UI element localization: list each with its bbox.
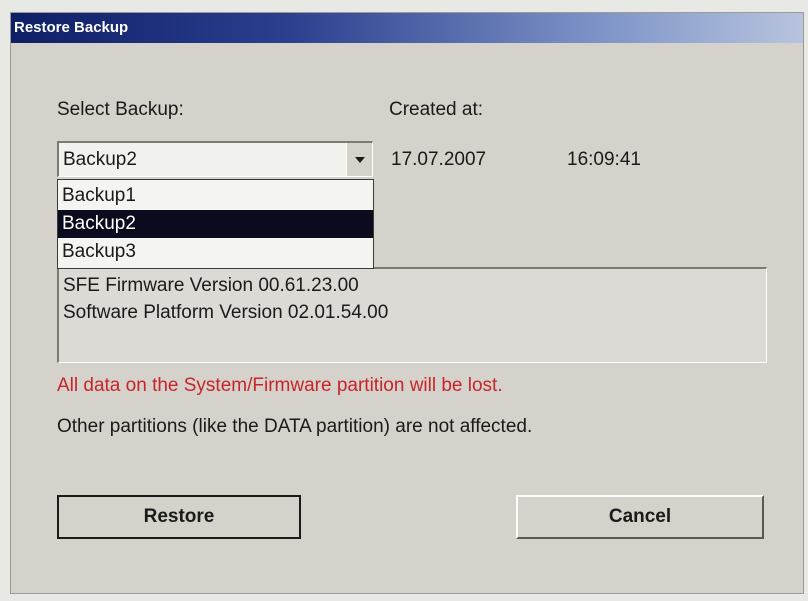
version-info-box: SFE Firmware Version 00.61.23.00 Softwar… xyxy=(57,267,767,363)
restore-button[interactable]: Restore xyxy=(57,495,301,539)
backup-option-2[interactable]: Backup2 xyxy=(58,210,373,238)
created-date: 17.07.2007 xyxy=(391,149,487,170)
backup-option-3[interactable]: Backup3 xyxy=(58,238,373,266)
note-message: Other partitions (like the DATA partitio… xyxy=(57,416,533,437)
backup-select-value: Backup2 xyxy=(63,149,137,170)
dialog-title: Restore Backup xyxy=(14,19,129,36)
chevron-down-icon xyxy=(355,157,365,163)
created-time: 16:09:41 xyxy=(567,149,641,170)
platform-version: Software Platform Version 02.01.54.00 xyxy=(63,302,389,323)
firmware-version: SFE Firmware Version 00.61.23.00 xyxy=(63,275,359,296)
created-at-label: Created at: xyxy=(389,99,483,120)
backup-select[interactable]: Backup2 xyxy=(57,141,373,177)
screen: Restore Backup Select Backup: Created at… xyxy=(0,0,808,601)
backup-select-dropdown-button[interactable] xyxy=(346,143,372,176)
cancel-button[interactable]: Cancel xyxy=(516,495,764,539)
title-bar[interactable]: Restore Backup xyxy=(11,13,803,43)
backup-dropdown-list[interactable]: Backup1 Backup2 Backup3 xyxy=(57,179,374,269)
warning-message: All data on the System/Firmware partitio… xyxy=(57,375,503,396)
select-backup-label: Select Backup: xyxy=(57,99,184,120)
restore-backup-dialog: Restore Backup Select Backup: Created at… xyxy=(10,12,804,594)
backup-option-1[interactable]: Backup1 xyxy=(58,182,373,210)
